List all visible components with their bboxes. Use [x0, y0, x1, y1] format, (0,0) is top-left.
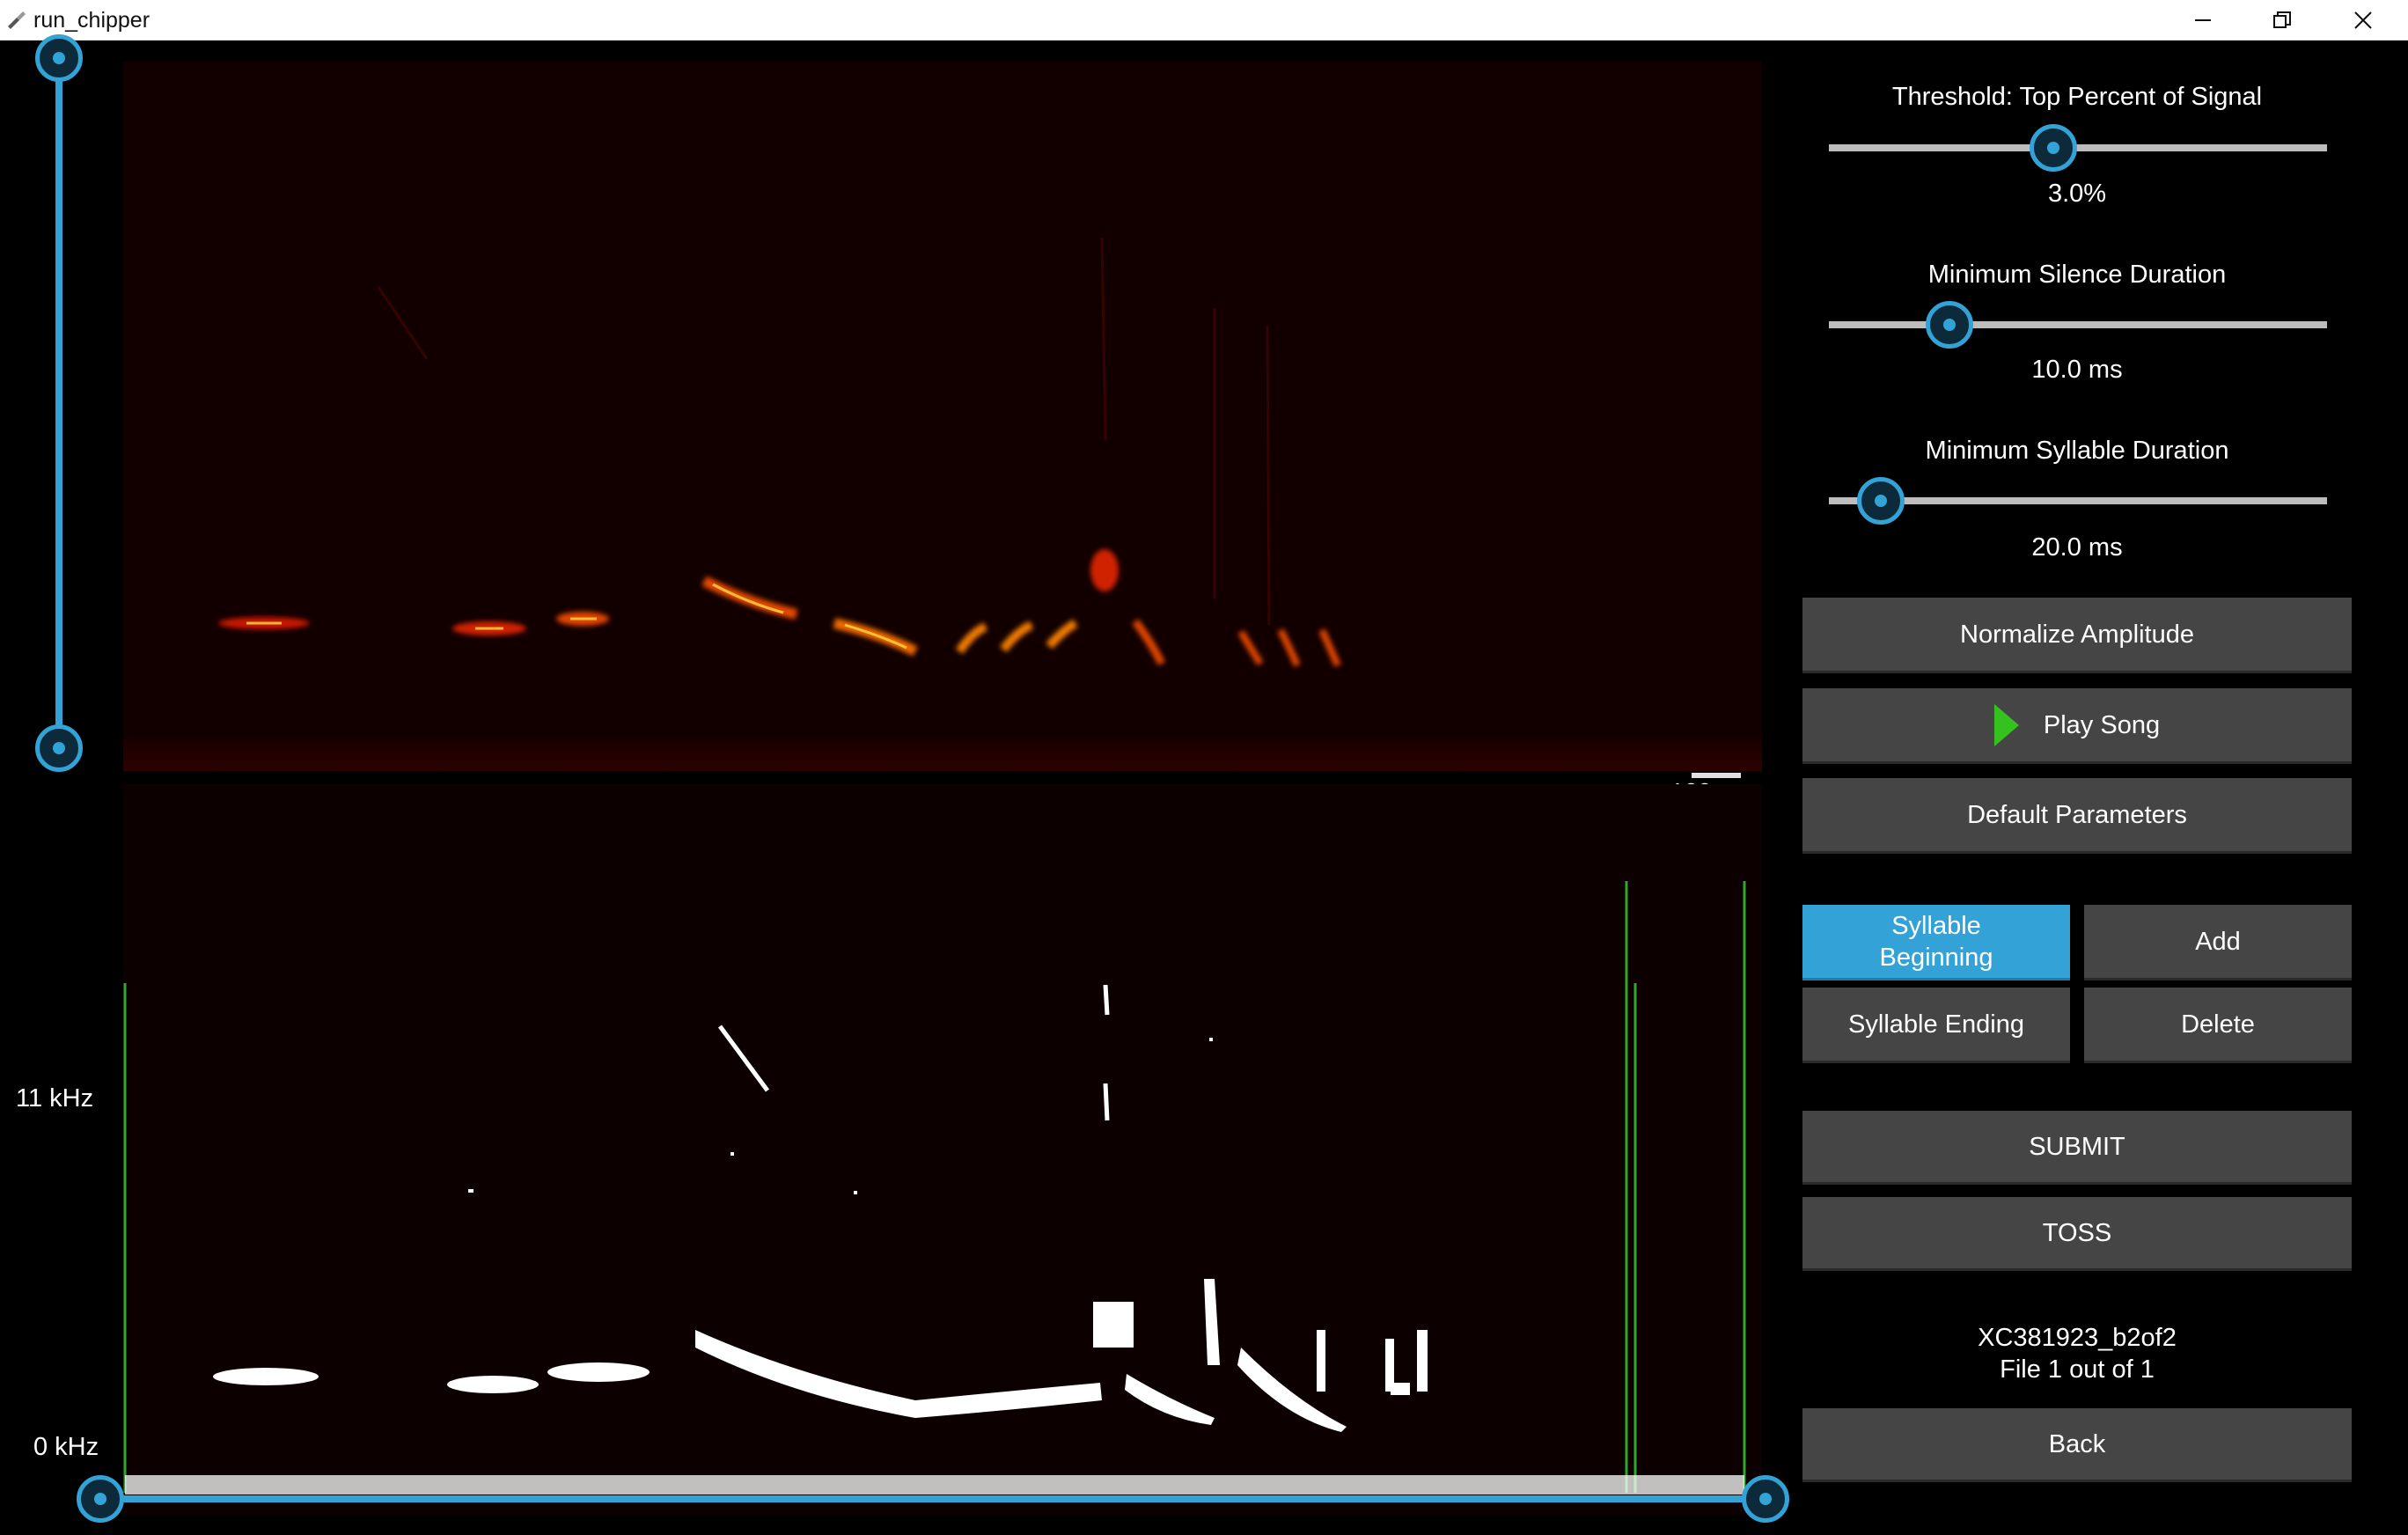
toss-label: TOSS: [2042, 1218, 2112, 1247]
time-start-handle[interactable]: [77, 1475, 124, 1523]
close-icon: [2354, 11, 2372, 29]
normalize-amplitude-label: Normalize Amplitude: [1960, 620, 2194, 649]
syllable-ending-button[interactable]: Syllable Ending: [1802, 988, 2070, 1063]
add-button[interactable]: Add: [2084, 905, 2352, 980]
close-button[interactable]: [2324, 0, 2403, 40]
window-title-bar: run_chipper: [0, 0, 2408, 40]
threshold-handle[interactable]: [2030, 124, 2077, 172]
freq-label-low: 0 kHz: [33, 1433, 99, 1461]
frequency-low-handle[interactable]: [35, 724, 83, 772]
syllable-beginning-button[interactable]: Syllable Beginning: [1802, 905, 2070, 980]
frequency-high-handle[interactable]: [35, 34, 83, 82]
min-silence-slider[interactable]: [1829, 321, 2327, 328]
submit-label: SUBMIT: [2029, 1132, 2125, 1161]
back-button[interactable]: Back: [1802, 1408, 2352, 1482]
minimize-button[interactable]: [2163, 0, 2243, 40]
app-icon: [8, 11, 26, 29]
threshold-slider[interactable]: [1829, 144, 2327, 151]
default-parameters-button[interactable]: Default Parameters: [1802, 778, 2352, 854]
play-song-button[interactable]: Play Song: [1802, 688, 2352, 764]
min-syllable-title: Minimum Syllable Duration: [1925, 437, 2229, 465]
thresholded-spectrogram: [123, 784, 1762, 1515]
back-label: Back: [2048, 1429, 2106, 1458]
add-label: Add: [2195, 927, 2241, 956]
syllable-beginning-label: Syllable Beginning: [1879, 911, 1993, 972]
threshold-value: 3.0%: [2047, 180, 2107, 208]
freq-label-high: 11 kHz: [16, 1084, 94, 1113]
file-progress: File 1 out of 1: [2000, 1355, 2155, 1384]
syllable-ending-label: Syllable Ending: [1848, 1010, 2024, 1039]
minimize-icon: [2195, 18, 2211, 21]
delete-label: Delete: [2181, 1010, 2255, 1039]
min-silence-value: 10.0 ms: [2031, 356, 2123, 384]
threshold-title: Threshold: Top Percent of Signal: [1891, 83, 2263, 111]
play-icon: [1993, 703, 2019, 746]
min-silence-handle[interactable]: [1926, 301, 1973, 349]
toss-button[interactable]: TOSS: [1802, 1197, 2352, 1271]
submit-button[interactable]: SUBMIT: [1802, 1111, 2352, 1185]
control-panel: Threshold: Top Percent of Signal 3.0% Mi…: [1795, 40, 2408, 1535]
normalize-amplitude-button[interactable]: Normalize Amplitude: [1802, 598, 2352, 673]
raw-spectrogram: [123, 62, 1762, 773]
default-parameters-label: Default Parameters: [1967, 800, 2187, 829]
window-title: run_chipper: [33, 8, 150, 33]
time-range-slider[interactable]: [99, 1495, 1764, 1502]
file-name: XC381923_b2of2: [1978, 1324, 2177, 1352]
restore-icon: [2273, 11, 2291, 28]
min-silence-title: Minimum Silence Duration: [1927, 261, 2227, 289]
frequency-range-slider[interactable]: [55, 58, 62, 753]
min-syllable-handle[interactable]: [1857, 477, 1905, 525]
restore-button[interactable]: [2243, 0, 2322, 40]
delete-button[interactable]: Delete: [2084, 988, 2352, 1063]
time-end-handle[interactable]: [1742, 1475, 1789, 1523]
play-song-label: Play Song: [2043, 710, 2161, 739]
min-syllable-value: 20.0 ms: [2031, 533, 2123, 562]
